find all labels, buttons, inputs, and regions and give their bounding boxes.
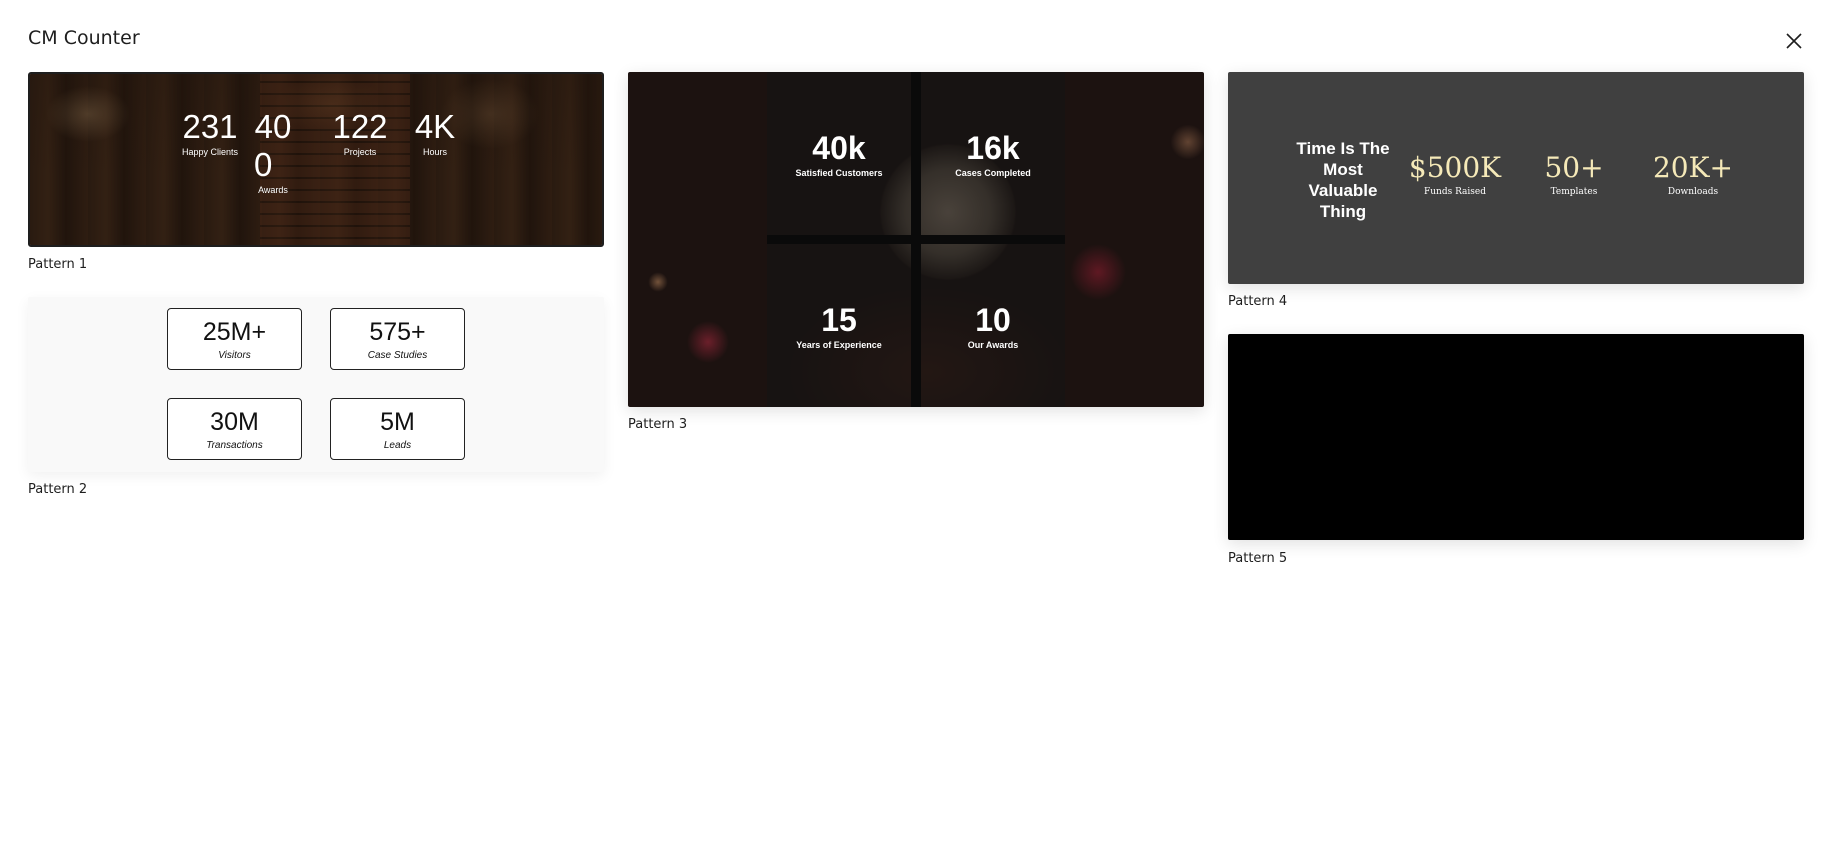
pattern-5-label: Pattern 5 bbox=[1228, 551, 1288, 566]
counter-value: 15 bbox=[821, 302, 857, 338]
counter-label: Downloads bbox=[1667, 187, 1719, 197]
counter-label: Templates bbox=[1550, 187, 1598, 197]
counter-value: 4K bbox=[414, 108, 456, 145]
pattern-3-preview[interactable]: 40k Satisfied Customers 16k Cases Comple… bbox=[628, 72, 1204, 407]
counter-label: Hours bbox=[422, 147, 447, 157]
counter-heading: Time Is The Most Valuable Thing bbox=[1296, 139, 1390, 221]
counter-stat: 4K Hours bbox=[405, 108, 465, 158]
counter-value: 122 bbox=[332, 108, 388, 145]
counter-stat: 20K+ Downloads bbox=[1633, 151, 1753, 198]
counter-value: 231 bbox=[182, 108, 238, 145]
counter-label: Case Studies bbox=[367, 350, 428, 361]
counter-tile: 40k Satisfied Customers bbox=[767, 72, 911, 235]
counter-label: Funds Raised bbox=[1423, 187, 1486, 197]
pattern-1-preview[interactable]: 231 Happy Clients 40 0 Awards 122 Projec… bbox=[28, 72, 604, 247]
counter-label: Satisfied Customers bbox=[795, 168, 883, 178]
tile-divider bbox=[767, 235, 1065, 244]
counter-stat: 231 Happy Clients bbox=[170, 108, 250, 158]
counter-value: 5M bbox=[380, 408, 415, 436]
counter-value: 25M+ bbox=[202, 318, 267, 346]
counter-value: 16k bbox=[966, 130, 1020, 166]
pattern-2-preview[interactable]: 25M+ Visitors 575+ Case Studies 30M Tran… bbox=[28, 297, 604, 472]
counter-value: 50+ bbox=[1544, 151, 1604, 184]
counter-tile: 10 Our Awards bbox=[921, 244, 1065, 407]
close-button[interactable] bbox=[1780, 27, 1808, 55]
pattern-3-label: Pattern 3 bbox=[628, 417, 688, 432]
counter-value-line2: 0 bbox=[254, 146, 273, 183]
counter-stat: 122 Projects bbox=[320, 108, 400, 158]
close-icon bbox=[1786, 33, 1802, 49]
counter-box: 25M+ Visitors bbox=[167, 308, 302, 370]
counter-label: Cases Completed bbox=[955, 168, 1031, 178]
counter-label: Projects bbox=[343, 147, 377, 157]
pattern-4-preview[interactable]: Time Is The Most Valuable Thing $500K Fu… bbox=[1228, 72, 1804, 284]
counter-value: 30M bbox=[210, 408, 259, 436]
counter-value: 10 bbox=[975, 302, 1011, 338]
pattern-5-preview[interactable] bbox=[1228, 334, 1804, 540]
counter-value: $500K bbox=[1408, 151, 1502, 184]
counter-label: Awards bbox=[258, 185, 288, 195]
pattern-2-label: Pattern 2 bbox=[28, 482, 88, 497]
counter-tile: 16k Cases Completed bbox=[921, 72, 1065, 235]
counter-label: Years of Experience bbox=[796, 340, 882, 350]
counter-tile: 15 Years of Experience bbox=[767, 244, 911, 407]
counter-label: Transactions bbox=[206, 440, 263, 451]
counter-label: Visitors bbox=[218, 350, 251, 361]
modal-title: CM Counter bbox=[28, 27, 140, 49]
counter-value: 575+ bbox=[369, 318, 426, 346]
counter-label: Leads bbox=[383, 440, 412, 451]
counter-label: Happy Clients bbox=[181, 147, 239, 157]
pattern-1-label: Pattern 1 bbox=[28, 257, 88, 272]
counter-stat: 50+ Templates bbox=[1514, 151, 1634, 198]
counter-label: Our Awards bbox=[967, 340, 1019, 350]
counter-value: 40k bbox=[812, 130, 866, 166]
counter-value: 20K+ bbox=[1652, 151, 1733, 184]
counter-box: 575+ Case Studies bbox=[330, 308, 465, 370]
counter-box: 5M Leads bbox=[330, 398, 465, 460]
counter-stat: $500K Funds Raised bbox=[1395, 151, 1515, 198]
counter-value-line1: 40 bbox=[254, 108, 292, 145]
pattern-4-label: Pattern 4 bbox=[1228, 294, 1288, 309]
counter-stat: 40 0 Awards bbox=[248, 108, 298, 196]
counter-box: 30M Transactions bbox=[167, 398, 302, 460]
